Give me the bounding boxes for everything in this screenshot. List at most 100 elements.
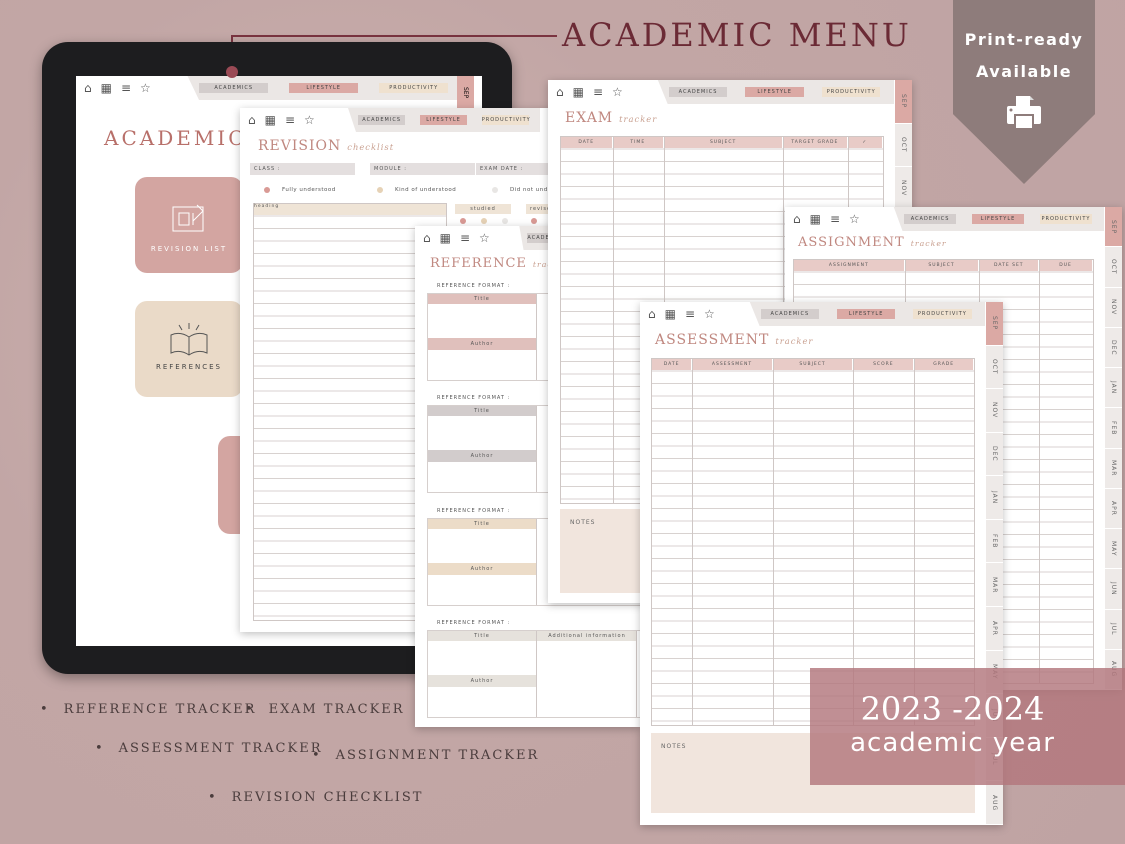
nav-icons: ⌂ ▦ ≡ ☆	[548, 85, 648, 99]
month-tab-nov[interactable]: NOV	[895, 167, 912, 211]
calendar-icon[interactable]: ▦	[810, 212, 821, 226]
blueprint-icon	[172, 204, 204, 232]
month-tab-aug[interactable]: AUG	[986, 781, 1003, 825]
title-text: EXAM	[565, 110, 614, 126]
tab-lifestyle[interactable]: LIFESTYLE	[745, 87, 804, 97]
tab-lifestyle[interactable]: LIFESTYLE	[972, 214, 1025, 224]
month-tab-may[interactable]: MAY	[1105, 529, 1122, 570]
page-title: ASSIGNMENT tracker	[798, 235, 947, 250]
month-tab-feb[interactable]: FEB	[1105, 408, 1122, 449]
nav-icons: ⌂ ▦ ≡ ☆	[640, 307, 740, 321]
tab-academics[interactable]: ACADEMICS	[904, 214, 957, 224]
title-column-header: Title	[428, 406, 536, 416]
month-tab-feb[interactable]: FEB	[986, 520, 1003, 564]
tab-academics[interactable]: ACADEMICS	[760, 309, 819, 319]
column-header: SCORE	[853, 359, 915, 370]
month-tab-sep[interactable]: SEP	[1105, 207, 1122, 248]
calendar-icon[interactable]: ▦	[665, 307, 676, 321]
column-header: TIME	[613, 137, 665, 148]
calendar-icon[interactable]: ▦	[440, 231, 451, 245]
tab-productivity[interactable]: PRODUCTIVITY	[913, 309, 972, 319]
star-icon[interactable]: ☆	[304, 113, 315, 127]
column-divider	[536, 631, 537, 717]
month-tab-oct[interactable]: OCT	[895, 124, 912, 168]
month-tab-jun[interactable]: JUN	[1105, 569, 1122, 610]
month-tab-jul[interactable]: JUL	[1105, 610, 1122, 650]
status-dot	[531, 218, 537, 224]
tab-lifestyle[interactable]: LIFESTYLE	[419, 115, 468, 125]
feature-item: ASSESSMENT TRACKER	[95, 741, 322, 756]
tile-references[interactable]: REFERENCES	[135, 301, 243, 397]
month-tab-jan[interactable]: JAN	[986, 476, 1003, 520]
star-icon[interactable]: ☆	[140, 81, 151, 95]
column-header: ASSIGNMENT	[794, 260, 905, 271]
nav-icons: ⌂ ▦ ≡ ☆	[415, 231, 515, 245]
tab-productivity[interactable]: PRODUCTIVITY	[481, 115, 530, 125]
tab-academics[interactable]: ACADEMICS	[358, 115, 406, 125]
column-divider	[612, 137, 614, 503]
column-header: SUBJECT	[664, 137, 784, 148]
feature-item: ASSIGNMENT TRACKER	[312, 748, 539, 763]
star-icon[interactable]: ☆	[612, 85, 623, 99]
month-tab-nov[interactable]: NOV	[986, 389, 1003, 433]
month-tab-jan[interactable]: JAN	[1105, 368, 1122, 409]
month-tab-sep[interactable]: SEP	[986, 302, 1003, 346]
reference-format-label: REFERENCE FORMAT :	[437, 620, 511, 626]
feature-item: EXAM TRACKER	[245, 702, 405, 717]
month-tab-dec[interactable]: DEC	[986, 433, 1003, 477]
tab-productivity[interactable]: PRODUCTIVITY	[379, 83, 449, 93]
title-text: REFERENCE	[430, 256, 527, 271]
menu-icon[interactable]: ≡	[593, 85, 603, 99]
title-script: checklist	[347, 142, 395, 152]
column-header: SUBJECT	[773, 359, 854, 370]
month-tab-mar[interactable]: MAR	[986, 563, 1003, 608]
month-tab-oct[interactable]: OCT	[1105, 247, 1122, 288]
home-icon[interactable]: ⌂	[556, 85, 564, 99]
field-exam[interactable]: EXAM DATE :	[476, 163, 558, 175]
month-tab-oct[interactable]: OCT	[986, 346, 1003, 390]
tab-lifestyle[interactable]: LIFESTYLE	[836, 309, 896, 319]
tab-academics[interactable]: ACADEMICS	[199, 83, 269, 93]
table-header: DATE TIME SUBJECT TARGET GRADE ✓	[561, 137, 883, 148]
month-tab-nov[interactable]: NOV	[1105, 288, 1122, 328]
reference-format-label: REFERENCE FORMAT :	[437, 508, 511, 514]
menu-icon[interactable]: ≡	[121, 81, 131, 95]
home-icon[interactable]: ⌂	[248, 113, 256, 127]
month-tab-sep[interactable]: SEP	[895, 80, 912, 124]
tab-productivity[interactable]: PRODUCTIVITY	[1040, 214, 1092, 224]
home-icon[interactable]: ⌂	[793, 212, 801, 226]
legend-dot	[377, 187, 383, 193]
year-range: 2023 -2024	[860, 690, 1045, 728]
column-header: DATE	[561, 137, 613, 148]
tile-label: REFERENCES	[155, 363, 222, 371]
title-script: tracker	[910, 239, 947, 248]
home-icon[interactable]: ⌂	[648, 307, 656, 321]
menu-icon[interactable]: ≡	[685, 307, 695, 321]
month-tab-mar[interactable]: MAR	[1105, 449, 1122, 489]
star-icon[interactable]: ☆	[479, 231, 490, 245]
tab-productivity[interactable]: PRODUCTIVITY	[821, 87, 881, 97]
home-icon[interactable]: ⌂	[423, 231, 431, 245]
year-caption: academic year	[850, 728, 1055, 758]
studied-column-header: studied	[455, 204, 511, 214]
legend-dot	[492, 187, 498, 193]
menu-icon[interactable]: ≡	[285, 113, 295, 127]
calendar-icon[interactable]: ▦	[573, 85, 584, 99]
menu-icon[interactable]: ≡	[460, 231, 470, 245]
page-title: REVISION checklist	[258, 138, 394, 154]
field-module[interactable]: MODULE :	[370, 163, 475, 175]
month-tab-dec[interactable]: DEC	[1105, 328, 1122, 368]
tile-revision-list[interactable]: REVISION LIST	[135, 177, 243, 273]
menu-icon[interactable]: ≡	[830, 212, 840, 226]
field-class[interactable]: CLASS :	[250, 163, 355, 175]
month-tab-sep[interactable]: SEP	[457, 76, 474, 110]
month-tab-apr[interactable]: APR	[1105, 489, 1122, 529]
calendar-icon[interactable]: ▦	[265, 113, 276, 127]
star-icon[interactable]: ☆	[849, 212, 860, 226]
calendar-icon[interactable]: ▦	[101, 81, 112, 95]
tab-academics[interactable]: ACADEMICS	[668, 87, 728, 97]
tab-lifestyle[interactable]: LIFESTYLE	[289, 83, 359, 93]
home-icon[interactable]: ⌂	[84, 81, 92, 95]
star-icon[interactable]: ☆	[704, 307, 715, 321]
month-tab-apr[interactable]: APR	[986, 607, 1003, 651]
